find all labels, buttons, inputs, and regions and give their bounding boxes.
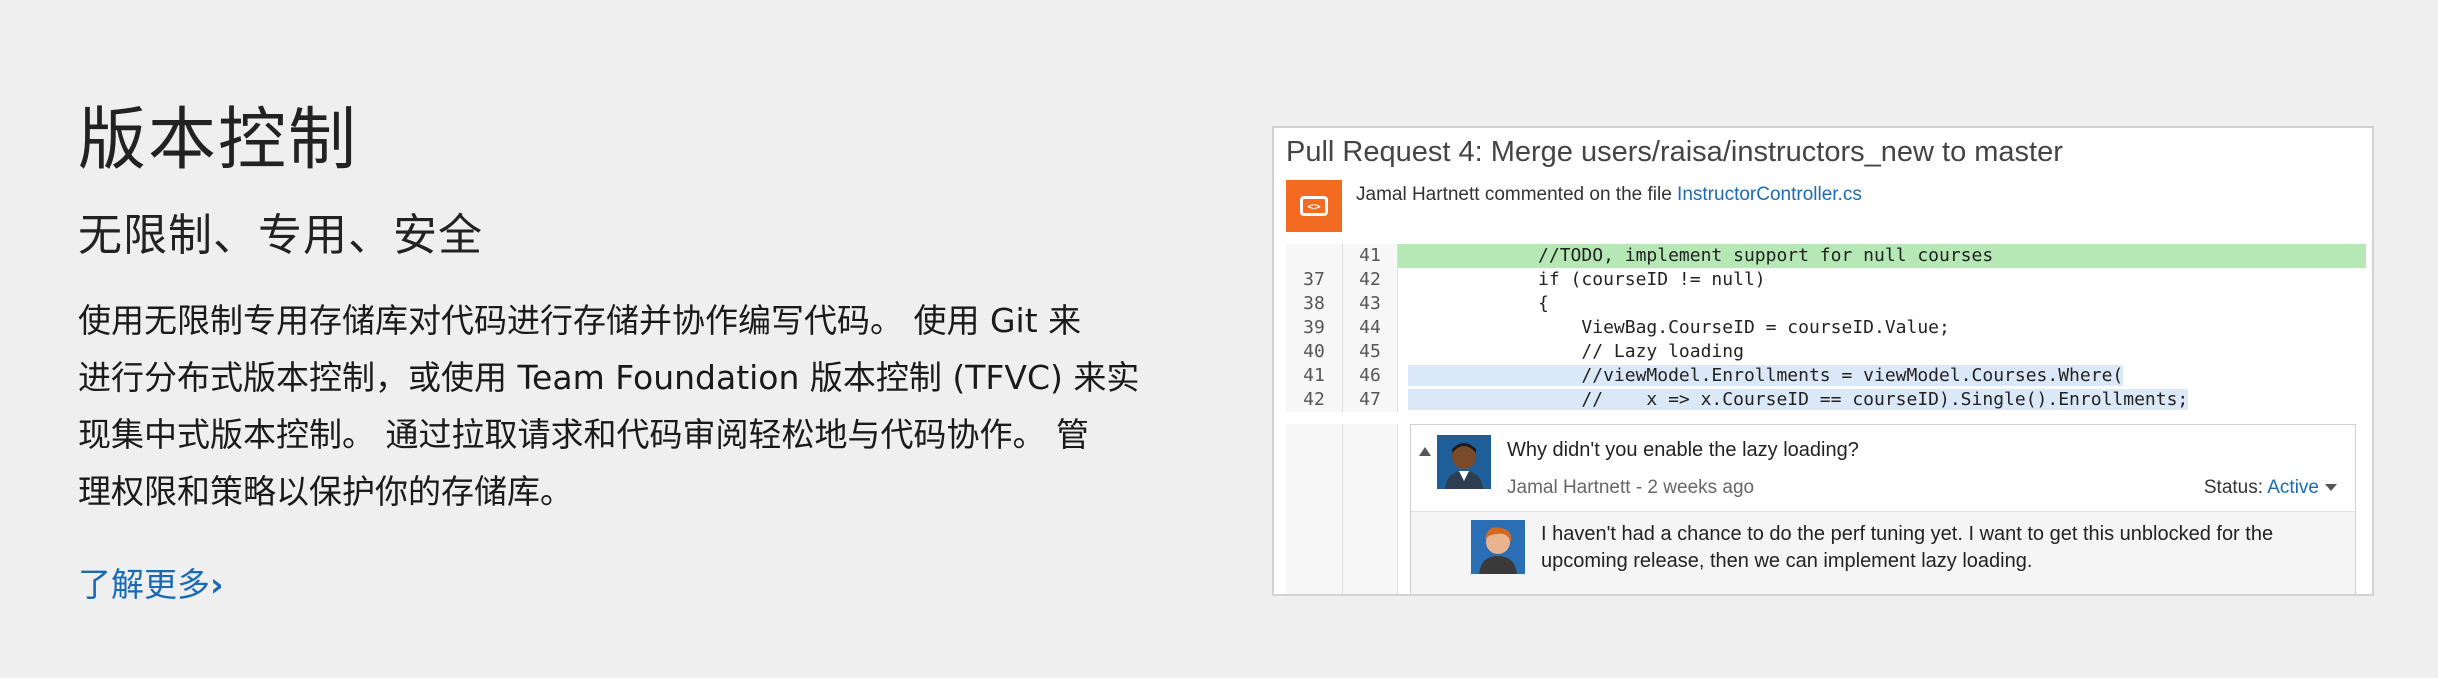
file-link[interactable]: InstructorController.cs xyxy=(1677,184,1862,205)
code-bubble-icon: <> xyxy=(1300,196,1328,216)
old-line-number: 38 xyxy=(1286,292,1342,316)
old-line-number xyxy=(1286,244,1342,268)
description-line: 理权限和策略以保护你的存储库。 xyxy=(78,472,573,512)
avatar xyxy=(1437,435,1491,489)
code-text: { xyxy=(1408,293,1549,314)
status-value: Active xyxy=(2267,477,2319,498)
comment-author-meta: Jamal Hartnett - 2 weeks ago xyxy=(1507,477,1755,498)
old-line-number: 37 xyxy=(1286,268,1342,292)
code-line-selected: 41 46 //viewModel.Enrollments = viewMode… xyxy=(1286,364,2366,388)
comment-icon: <> xyxy=(1286,180,1342,232)
code-text: if (courseID != null) xyxy=(1408,269,1766,290)
description-line: 现集中式版本控制。 通过拉取请求和代码审阅轻松地与代码协作。 管 xyxy=(78,415,1089,455)
code-diff: 41 //TODO, implement support for null co… xyxy=(1286,244,2366,412)
reply-text: I haven't had a chance to do the perf tu… xyxy=(1541,521,2341,575)
new-line-number: 46 xyxy=(1342,364,1398,388)
learn-more-label: 了解更多 xyxy=(78,565,210,605)
chevron-right-icon: › xyxy=(210,565,224,605)
hero-section: 版本控制 无限制、专用、安全 使用无限制专用存储库对代码进行存储并协作编写代码。… xyxy=(78,100,1198,606)
code-text-wrap: //viewModel.Enrollments = viewModel.Cour… xyxy=(1398,364,2366,388)
code-text: //viewModel.Enrollments = viewModel.Cour… xyxy=(1408,365,2124,386)
person-avatar-icon xyxy=(1437,435,1491,489)
gutter xyxy=(1286,424,1342,594)
code-text: ViewBag.CourseID = courseID.Value; xyxy=(1408,317,1950,338)
comment-thread-area: Why didn't you enable the lazy loading? … xyxy=(1286,424,2366,594)
comment-header: Jamal Hartnett commented on the file Ins… xyxy=(1356,184,1862,206)
old-line-number: 39 xyxy=(1286,316,1342,340)
caret-down-icon xyxy=(2325,484,2337,492)
pull-request-screenshot: Pull Request 4: Merge users/raisa/instru… xyxy=(1272,126,2374,596)
page-subtitle: 无限制、专用、安全 xyxy=(78,209,483,261)
learn-more-link[interactable]: 了解更多› xyxy=(78,558,224,606)
code-line: 39 44 ViewBag.CourseID = courseID.Value; xyxy=(1286,316,2366,340)
new-line-number: 42 xyxy=(1342,268,1398,292)
description: 使用无限制专用存储库对代码进行存储并协作编写代码。 使用 Git 来 进行分布式… xyxy=(78,292,1198,520)
page-title: 版本控制 xyxy=(78,101,359,180)
code-line: 38 43 { xyxy=(1286,292,2366,316)
comment-text: Why didn't you enable the lazy loading? xyxy=(1507,439,1859,461)
description-line: 使用无限制专用存储库对代码进行存储并协作编写代码。 使用 Git 来 xyxy=(78,301,1082,341)
old-line-number: 40 xyxy=(1286,340,1342,364)
comment-thread: Why didn't you enable the lazy loading? … xyxy=(1410,424,2356,594)
new-line-number: 41 xyxy=(1342,244,1398,268)
old-line-number: 42 xyxy=(1286,388,1342,412)
code-text-wrap: // x => x.CourseID == courseID).Single()… xyxy=(1398,388,2366,412)
reply-line: I haven't had a chance to do the perf tu… xyxy=(1541,523,2274,545)
new-line-number: 44 xyxy=(1342,316,1398,340)
reply-line: upcoming release, then we can implement … xyxy=(1541,550,2033,572)
new-line-number: 47 xyxy=(1342,388,1398,412)
code-line: 41 //TODO, implement support for null co… xyxy=(1286,244,2366,268)
gutter xyxy=(1342,424,1398,594)
avatar xyxy=(1471,520,1525,574)
new-line-number: 45 xyxy=(1342,340,1398,364)
old-line-number: 41 xyxy=(1286,364,1342,388)
code-line-selected: 42 47 // x => x.CourseID == courseID).Si… xyxy=(1286,388,2366,412)
description-line: 进行分布式版本控制，或使用 Team Foundation 版本控制 (TFVC… xyxy=(78,358,1140,398)
code-text: //TODO, implement support for null cours… xyxy=(1398,244,2366,268)
code-line: 40 45 // Lazy loading xyxy=(1286,340,2366,364)
code-line: 37 42 if (courseID != null) xyxy=(1286,268,2366,292)
code-text: // Lazy loading xyxy=(1408,341,1744,362)
code-text: // x => x.CourseID == courseID).Single()… xyxy=(1408,389,2189,410)
status-dropdown[interactable]: Status: Active xyxy=(2204,477,2337,499)
pull-request-title: Pull Request 4: Merge users/raisa/instru… xyxy=(1286,136,2063,168)
status-label: Status: xyxy=(2203,477,2268,498)
commenter-text: Jamal Hartnett commented on the file xyxy=(1356,184,1678,205)
collapse-triangle-icon[interactable] xyxy=(1419,447,1431,456)
person-avatar-icon xyxy=(1471,520,1525,574)
new-line-number: 43 xyxy=(1342,292,1398,316)
